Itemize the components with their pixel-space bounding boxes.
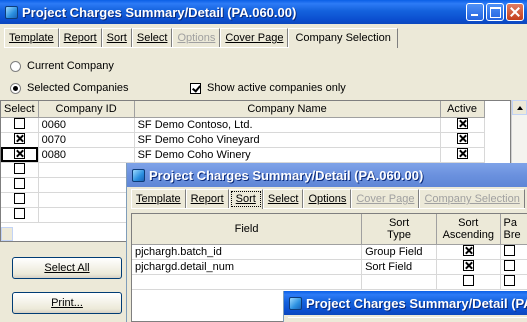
company-name: SF Demo Coho Vineyard	[134, 132, 441, 148]
company-id: 0070	[38, 132, 135, 148]
ascending-checkbox[interactable]	[462, 259, 474, 271]
page-break-checkbox[interactable]	[503, 244, 515, 256]
title-bar-1[interactable]: Project Charges Summary/Detail (PA.060.0…	[0, 0, 527, 24]
tab-select[interactable]: Select	[262, 189, 304, 208]
col-field[interactable]: Field	[132, 214, 363, 245]
tab-company-selection[interactable]: Company Selection	[288, 28, 398, 48]
sort-field: pjchargd.detail_num	[132, 259, 363, 275]
table-row[interactable]: 0060 SF Demo Contoso, Ltd.	[1, 117, 485, 133]
window-title: Project Charges Summary/Detail (PA.060.	[306, 295, 527, 311]
col-active[interactable]: Active	[440, 101, 485, 118]
company-id: 0080	[38, 147, 135, 163]
col-sort-ascending[interactable]: Sort Ascending	[436, 214, 501, 245]
active-checkbox[interactable]	[456, 117, 468, 129]
select-checkbox[interactable]	[13, 162, 25, 174]
window-title: Project Charges Summary/Detail (PA.060.0…	[22, 4, 297, 20]
page-break-checkbox[interactable]	[503, 274, 515, 286]
app-icon	[289, 296, 302, 310]
table-row[interactable]: pjchargh.batch_id Group Field	[132, 244, 527, 260]
radio-current-label: Current Company	[27, 60, 114, 72]
select-checkbox[interactable]	[13, 177, 25, 189]
maximize-icon[interactable]	[486, 3, 504, 21]
tab-strip-2: Template Report Sort Select Options Cove…	[131, 189, 525, 209]
radio-current-company[interactable]: Current Company	[10, 60, 114, 72]
minimize-icon[interactable]	[466, 3, 484, 21]
radio-selected-label: Selected Companies	[27, 82, 129, 94]
select-checkbox[interactable]	[13, 117, 25, 129]
tab-template[interactable]: Template	[4, 28, 59, 47]
table-row[interactable]: 0080 SF Demo Coho Winery	[1, 147, 485, 163]
tab-report[interactable]: Report	[58, 28, 102, 47]
ascending-checkbox[interactable]	[462, 274, 474, 286]
col-page-break[interactable]: Pa Bre	[500, 214, 527, 245]
app-icon	[132, 168, 145, 182]
tab-options[interactable]: Options	[172, 28, 221, 47]
company-name: SF Demo Coho Winery	[134, 147, 441, 163]
radio-icon[interactable]	[10, 60, 21, 72]
scroll-left-icon[interactable]	[1, 227, 13, 241]
select-checkbox[interactable]	[13, 132, 25, 144]
active-checkbox[interactable]	[456, 132, 468, 144]
col-company-name[interactable]: Company Name	[134, 101, 441, 118]
tab-options[interactable]: Options	[303, 189, 352, 208]
tab-cover-page[interactable]: Cover Page	[351, 189, 420, 208]
sort-type: Group Field	[361, 244, 438, 260]
title-bar-3[interactable]: Project Charges Summary/Detail (PA.060.	[284, 291, 527, 315]
tab-select[interactable]: Select	[131, 28, 173, 47]
sort-type: Sort Field	[361, 259, 438, 275]
col-company-id[interactable]: Company ID	[38, 101, 135, 118]
select-checkbox[interactable]	[13, 207, 25, 219]
company-id: 0060	[38, 117, 135, 133]
tab-report[interactable]: Report	[185, 189, 229, 208]
radio-selected-companies[interactable]: Selected Companies	[10, 82, 129, 94]
col-select[interactable]: Select	[1, 101, 39, 118]
window-title: Project Charges Summary/Detail (PA.060.0…	[149, 167, 424, 183]
title-bar-2[interactable]: Project Charges Summary/Detail (PA.060.0…	[127, 163, 527, 187]
print-button[interactable]: Print...	[12, 292, 122, 314]
company-name: SF Demo Contoso, Ltd.	[134, 117, 441, 133]
show-active-checkbox[interactable]: Show active companies only	[190, 82, 346, 94]
table-row[interactable]	[132, 274, 527, 290]
page-break-checkbox[interactable]	[503, 259, 515, 271]
ascending-checkbox[interactable]	[462, 244, 474, 256]
select-checkbox[interactable]	[13, 147, 25, 159]
tab-sort[interactable]: Sort	[101, 28, 132, 47]
tab-strip-3	[288, 317, 527, 322]
radio-icon-selected[interactable]	[10, 82, 21, 94]
tab-company-selection[interactable]: Company Selection	[419, 189, 525, 208]
checkbox-icon[interactable]	[190, 82, 201, 94]
select-all-button[interactable]: Select All	[12, 257, 122, 279]
tab-template[interactable]: Template	[131, 189, 186, 208]
scroll-up-icon[interactable]	[512, 100, 527, 115]
tab-cover-page[interactable]: Cover Page	[220, 28, 289, 47]
table-row[interactable]: pjchargd.detail_num Sort Field	[132, 259, 527, 275]
tab-sort[interactable]: Sort	[228, 189, 263, 209]
sort-field: pjchargh.batch_id	[132, 244, 363, 260]
table-row[interactable]: 0070 SF Demo Coho Vineyard	[1, 132, 485, 148]
app-icon	[5, 5, 18, 19]
col-sort-type[interactable]: Sort Type	[361, 214, 438, 245]
show-active-label: Show active companies only	[207, 82, 346, 94]
close-icon[interactable]	[506, 3, 524, 21]
tab-strip-1: Template Report Sort Select Options Cove…	[4, 28, 398, 48]
report-window-3: Project Charges Summary/Detail (PA.060.	[283, 291, 527, 322]
select-checkbox[interactable]	[13, 192, 25, 204]
active-checkbox[interactable]	[456, 147, 468, 159]
